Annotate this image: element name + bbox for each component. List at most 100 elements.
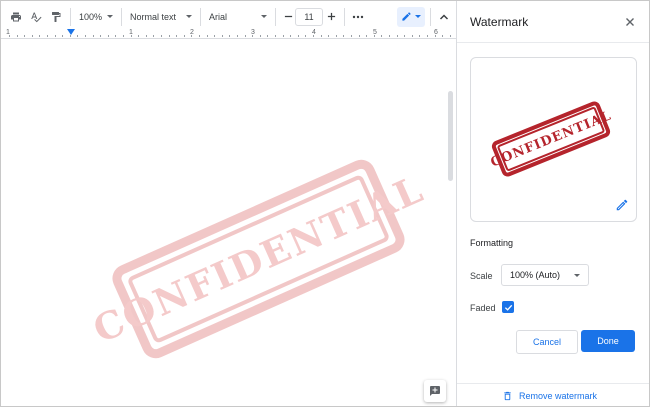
ruler-tick [298,35,299,37]
divider [457,383,649,384]
ruler-tick [138,35,139,37]
toolbar-divider [121,7,122,26]
ruler-tick [191,35,192,37]
document-page[interactable]: CONFIDENTIAL [1,39,447,406]
preview-stamp: CONFIDENTIAL [488,99,614,179]
remove-watermark-button[interactable]: Remove watermark [502,390,597,402]
watermark-stamp: CONFIDENTIAL [87,155,430,363]
ruler-tick [283,35,284,37]
trash-icon [502,390,513,402]
cancel-button[interactable]: Cancel [516,330,578,354]
ruler-tick [442,35,443,37]
scale-label: Scale [470,271,493,281]
panel-title: Watermark [470,15,529,29]
chevron-down-icon [415,15,421,18]
ruler-tick [404,35,405,37]
collapse-icon[interactable] [436,6,452,28]
ruler-tick [32,35,33,37]
ruler-tick [85,35,86,37]
more-icon[interactable] [350,6,366,28]
watermark-preview: CONFIDENTIAL [470,57,637,222]
ruler-tick [62,35,63,37]
edit-icon[interactable] [615,198,629,212]
ruler-tick [17,35,18,37]
ruler-tick [435,35,436,37]
ruler-tick [427,35,428,37]
ruler-tick [55,35,56,37]
ruler-tick [419,35,420,37]
editing-mode-button[interactable] [397,6,425,27]
ruler-tick [9,35,10,37]
ruler: 1 1 2 3 4 5 6 [1,29,456,39]
ruler-tick [313,35,314,37]
ruler-tick [100,35,101,37]
chevron-down-icon [107,15,113,18]
ruler-tick [93,35,94,37]
app-window: 100% Normal text Arial 11 1 1 2 3 4 5 6 … [0,0,650,407]
ruler-tick [123,35,124,37]
ruler-tick [366,35,367,37]
ruler-tick [343,35,344,37]
ruler-tick [176,35,177,37]
remove-watermark-label: Remove watermark [519,391,598,401]
ruler-tick [229,35,230,37]
style-select[interactable]: Normal text [127,7,195,27]
close-icon[interactable] [623,15,637,29]
ruler-tick [450,35,451,37]
toolbar-divider [70,7,71,26]
ruler-tick [214,35,215,37]
ruler-tick [328,35,329,37]
print-icon[interactable] [7,6,25,28]
ruler-tick [381,35,382,37]
ruler-tick [252,35,253,37]
ruler-tick [397,35,398,37]
toolbar-divider [200,7,201,26]
plus-icon[interactable] [323,6,339,28]
font-size-input[interactable]: 11 [295,7,323,26]
toolbar-divider [430,7,431,26]
ruler-tick [70,35,71,37]
ruler-tick [237,35,238,37]
check-icon [504,304,512,311]
ruler-tick [321,35,322,37]
ruler-tick [412,35,413,37]
ruler-tick [374,35,375,37]
explore-button[interactable] [424,380,446,402]
ruler-tick [77,35,78,37]
chevron-down-icon [186,15,192,18]
ruler-tick [260,35,261,37]
ruler-tick [199,35,200,37]
font-select[interactable]: Arial [206,7,270,27]
ruler-tick [290,35,291,37]
ruler-tick [39,35,40,37]
toolbar-divider [344,7,345,26]
indent-marker[interactable] [67,29,75,35]
pen-icon [401,11,412,22]
ruler-tick [161,35,162,37]
divider [457,42,649,43]
ruler-tick [207,35,208,37]
style-value: Normal text [130,11,177,22]
ruler-tick [245,35,246,37]
ruler-tick [131,35,132,37]
scrollbar-thumb[interactable] [448,91,453,181]
ruler-tick [275,35,276,37]
ruler-tick [24,35,25,37]
scale-value: 100% (Auto) [510,270,561,280]
minus-icon[interactable] [281,6,295,28]
formatting-heading: Formatting [470,238,514,248]
paint-format-icon[interactable] [47,6,65,28]
zoom-select[interactable]: 100% [76,7,116,27]
spellcheck-icon[interactable] [27,6,45,28]
ruler-tick [146,35,147,37]
comment-add-icon [429,385,441,397]
done-button[interactable]: Done [581,330,635,352]
scale-select[interactable]: 100% (Auto) [501,264,589,286]
ruler-tick [169,35,170,37]
ruler-tick [336,35,337,37]
faded-checkbox[interactable] [502,301,514,313]
watermark-panel: Watermark CONFIDENTIAL Formatting Scale … [456,1,649,406]
ruler-tick [267,35,268,37]
chevron-down-icon [261,15,267,18]
ruler-tick [153,35,154,37]
